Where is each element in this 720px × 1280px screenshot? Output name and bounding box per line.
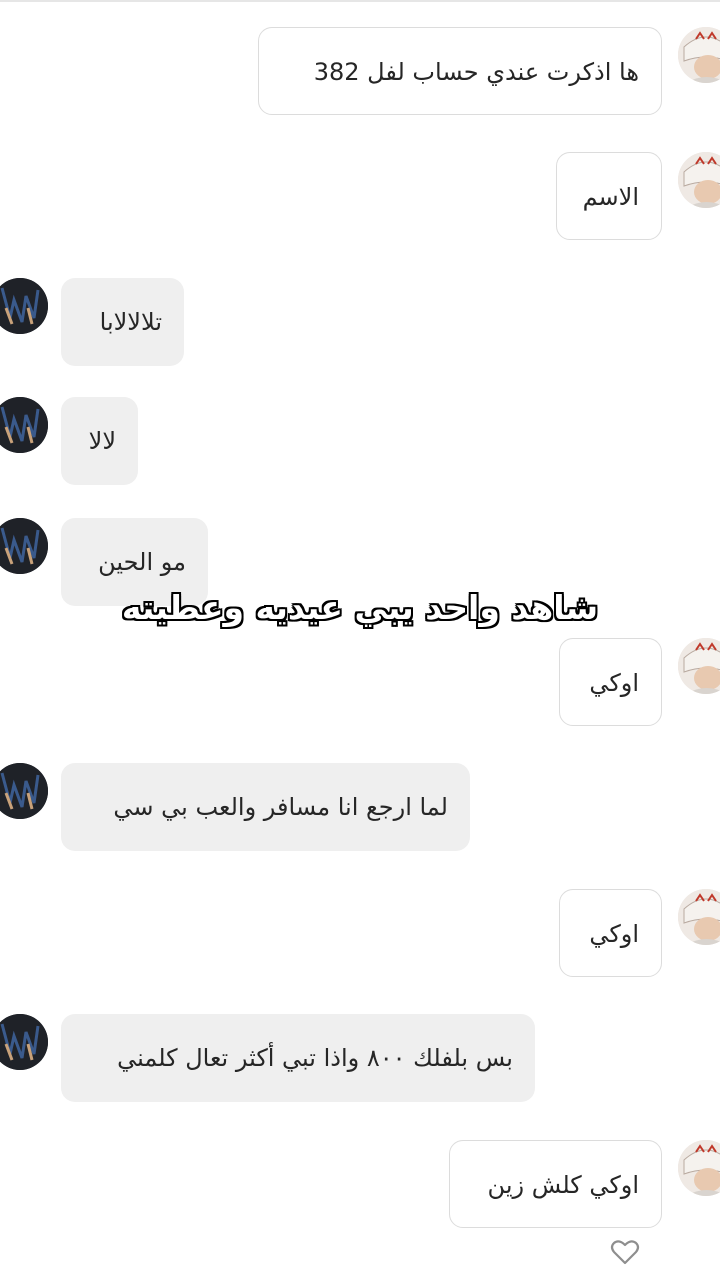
message-bubble-outgoing[interactable]: اوكي كلش زين [449, 1140, 662, 1228]
avatar-incoming[interactable] [0, 763, 48, 819]
top-divider [0, 0, 720, 2]
avatar-white-haired-icon [678, 27, 720, 83]
avatar-dark-haired-icon [0, 518, 48, 574]
avatar-white-haired-icon [678, 1140, 720, 1196]
heart-outline-icon[interactable] [610, 1238, 640, 1266]
message-bubble-incoming[interactable]: بس بلفلك ٨٠٠ واذا تبي أكثر تعال كلمني [61, 1014, 535, 1102]
avatar-outgoing[interactable] [678, 638, 720, 694]
avatar-dark-haired-icon [0, 763, 48, 819]
avatar-dark-haired-icon [0, 278, 48, 334]
avatar-incoming[interactable] [0, 397, 48, 453]
avatar-outgoing[interactable] [678, 889, 720, 945]
avatar-outgoing[interactable] [678, 1140, 720, 1196]
message-bubble-outgoing[interactable]: اوكي [559, 638, 662, 726]
message-bubble-outgoing[interactable]: اوكي [559, 889, 662, 977]
avatar-incoming[interactable] [0, 1014, 48, 1070]
avatar-white-haired-icon [678, 638, 720, 694]
avatar-incoming[interactable] [0, 278, 48, 334]
video-overlay-caption: شاهد واحد يبي عيديه وعطيته [121, 588, 599, 627]
message-bubble-incoming[interactable]: لما ارجع انا مسافر والعب بي سي [61, 763, 470, 851]
avatar-white-haired-icon [678, 889, 720, 945]
avatar-outgoing[interactable] [678, 27, 720, 83]
avatar-dark-haired-icon [0, 397, 48, 453]
message-bubble-outgoing[interactable]: الاسم [556, 152, 662, 240]
message-bubble-outgoing[interactable]: ها اذكرت عندي حساب لفل 382 [258, 27, 662, 115]
avatar-incoming[interactable] [0, 518, 48, 574]
message-bubble-incoming[interactable]: لالا [61, 397, 138, 485]
avatar-outgoing[interactable] [678, 152, 720, 208]
avatar-dark-haired-icon [0, 1014, 48, 1070]
message-bubble-incoming[interactable]: تلالالابا [61, 278, 184, 366]
avatar-white-haired-icon [678, 152, 720, 208]
